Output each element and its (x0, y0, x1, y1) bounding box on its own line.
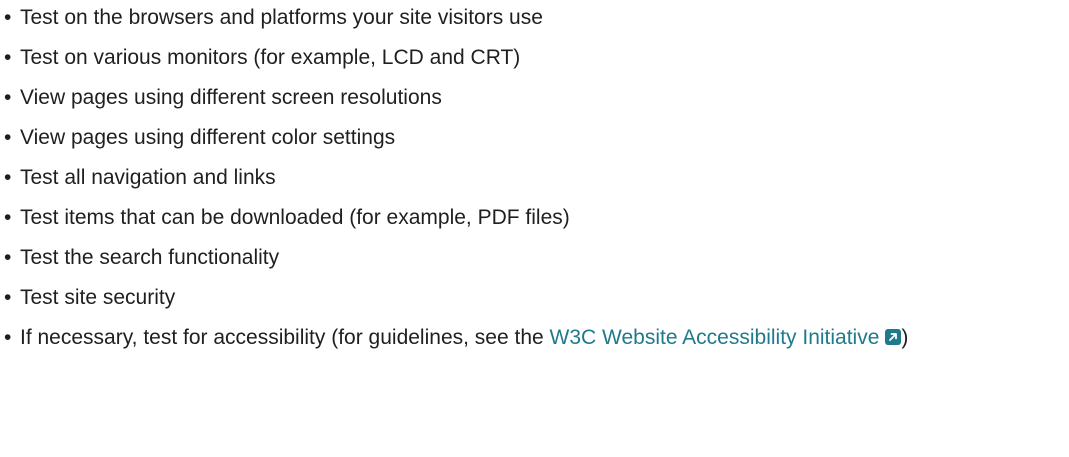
w3c-accessibility-link[interactable]: W3C Website Accessibility Initiative (550, 326, 902, 349)
bullet: • (4, 286, 12, 309)
list-item: • Test the search functionality (0, 244, 1069, 271)
list-item-text: Test all navigation and links (20, 166, 276, 189)
list-item-text: Test the search functionality (20, 246, 280, 269)
list-item-text: Test items that can be downloaded (for e… (20, 206, 570, 229)
testing-checklist: • Test on the browsers and platforms your… (0, 4, 1069, 351)
list-item-accessibility: • If necessary, test for accessibility (f… (0, 324, 1069, 351)
list-item: • Test all navigation and links (0, 164, 1069, 191)
bullet: • (4, 246, 12, 269)
list-item-text: View pages using different screen resolu… (20, 86, 442, 109)
list-item-text: If necessary, test for accessibility (fo… (20, 326, 550, 349)
list-item: • Test site security (0, 284, 1069, 311)
list-item: • View pages using different color settin… (0, 124, 1069, 151)
bullet: • (4, 166, 12, 189)
bullet: • (4, 86, 12, 109)
bullet: • (4, 46, 12, 69)
bullet: • (4, 6, 12, 29)
bullet: • (4, 126, 12, 149)
list-item-text: View pages using different color setting… (20, 126, 396, 149)
list-item: • View pages using different screen resol… (0, 84, 1069, 111)
list-item-text: Test site security (20, 286, 176, 309)
external-link-icon[interactable] (885, 329, 902, 345)
list-item: • Test on various monitors (for example, … (0, 44, 1069, 71)
list-item-text: Test on the browsers and platforms your … (20, 6, 543, 29)
link-text[interactable]: W3C Website Accessibility Initiative (550, 326, 880, 349)
bullet: • (4, 206, 12, 229)
bullet: • (4, 326, 12, 349)
list-item: • Test on the browsers and platforms your… (0, 4, 1069, 31)
list-item: • Test items that can be downloaded (for … (0, 204, 1069, 231)
list-item-suffix: ) (901, 326, 909, 349)
list-item-text: Test on various monitors (for example, L… (20, 46, 521, 69)
